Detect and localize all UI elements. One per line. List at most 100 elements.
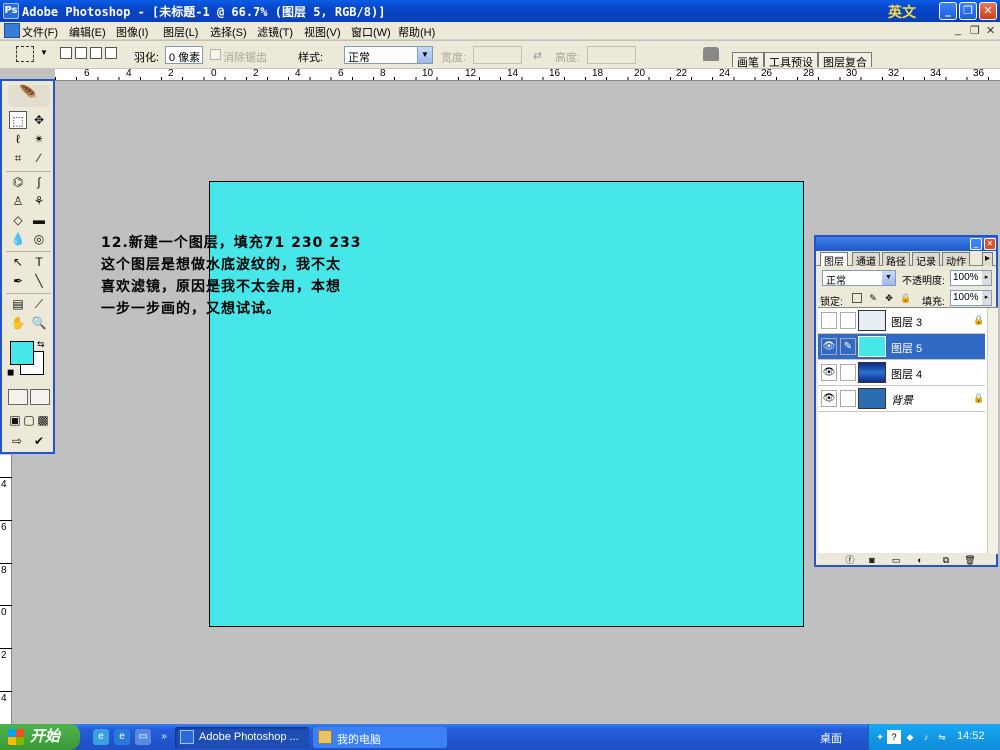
zoom-tool-icon[interactable]: 🔍 (30, 314, 48, 332)
jump-to-imageready-icon[interactable]: ⇨ (8, 432, 26, 450)
eye-icon[interactable]: 👁 (821, 390, 837, 407)
path-select-icon[interactable]: ↖ (9, 253, 27, 271)
chevron-down-icon[interactable]: ▼ (417, 47, 432, 63)
quicklaunch-overflow-icon[interactable]: » (156, 729, 172, 745)
chevron-right-icon[interactable]: ▸ (982, 271, 991, 285)
eye-icon[interactable]: 👁 (821, 364, 837, 381)
help-icon[interactable]: ? (887, 730, 901, 744)
marquee-tool-preset-icon[interactable] (16, 46, 34, 62)
tab-brushes[interactable]: 画笔 (732, 52, 764, 69)
menu-view[interactable]: 视图(V) (304, 24, 341, 40)
brush-icon[interactable]: ✎ (840, 338, 856, 355)
trash-icon[interactable]: 🗑 (964, 555, 976, 566)
panel-close-button[interactable]: ✕ (984, 238, 996, 250)
edit-in-imageready-icon[interactable]: ✔ (30, 432, 48, 450)
chevron-down-icon[interactable]: ▼ (40, 48, 48, 57)
history-brush-icon[interactable]: ⚘ (30, 192, 48, 210)
network-icon[interactable]: ⇋ (935, 730, 949, 744)
title-bar[interactable]: Ps Adobe Photoshop - [未标题-1 @ 66.7% (图层 … (0, 0, 1000, 22)
menu-help[interactable]: 帮助(H) (398, 24, 435, 40)
height-input[interactable] (587, 46, 636, 64)
width-input[interactable] (473, 46, 522, 64)
quick-mask-icon[interactable] (30, 389, 50, 405)
panel-title-bar[interactable]: _ ✕ (816, 237, 996, 251)
doc-minimize-button[interactable]: _ (955, 24, 961, 36)
chevron-right-icon[interactable]: ▸ (982, 291, 991, 305)
tab-channels[interactable]: 通道 (852, 252, 880, 268)
panel-menu-arrow-icon[interactable]: ▸ (982, 252, 994, 266)
menu-file[interactable]: 文件(F) (22, 24, 58, 40)
dodge-tool-icon[interactable]: ◎ (30, 230, 48, 248)
layer-row[interactable]: 图层 3 🔒 (818, 308, 985, 334)
volume-icon[interactable]: ♪ (919, 730, 933, 744)
link-toggle[interactable] (840, 390, 856, 407)
layer-mask-icon[interactable]: ◙ (866, 555, 878, 566)
foreground-color-swatch[interactable] (10, 341, 34, 365)
visibility-toggle[interactable] (821, 312, 837, 329)
photoshop-app-icon[interactable]: Ps (3, 3, 19, 19)
close-button[interactable]: ✕ (979, 2, 997, 20)
feather-input[interactable]: 0 像素 (165, 46, 203, 64)
tab-actions[interactable]: 动作 (942, 252, 970, 268)
menu-layer[interactable]: 图层(L) (163, 24, 198, 40)
eyedropper-icon[interactable]: ⟋ (30, 295, 48, 313)
new-selection-icon[interactable] (60, 47, 72, 59)
lock-all-icon[interactable]: 🔒 (900, 293, 911, 303)
intersect-selection-icon[interactable] (105, 47, 117, 59)
tab-tool-presets[interactable]: 工具预设 (764, 52, 818, 69)
notes-tool-icon[interactable]: ▤ (9, 295, 27, 313)
ime-indicator[interactable]: 英文 (888, 2, 916, 22)
marquee-tool-icon[interactable]: ⬚ (9, 111, 27, 129)
start-button[interactable]: 开始 (0, 724, 80, 750)
magic-wand-icon[interactable]: ✴ (30, 130, 48, 148)
tab-layer-comps[interactable]: 图层复合 (818, 52, 872, 69)
task-photoshop[interactable]: Adobe Photoshop ... (175, 727, 309, 748)
crop-tool-icon[interactable]: ⌗ (9, 149, 27, 167)
tab-history[interactable]: 记录 (912, 252, 940, 268)
layer-row[interactable]: 👁 ✎ 图层 5 (818, 334, 985, 360)
layer-row[interactable]: 👁 背景 🔒 (818, 386, 985, 412)
layer-set-icon[interactable]: ▭ (890, 555, 902, 566)
tray-app-icon[interactable]: ✦ (873, 730, 887, 744)
hand-tool-icon[interactable]: ✋ (9, 314, 27, 332)
adjustment-layer-icon[interactable]: ◐ (914, 555, 926, 566)
default-colors-icon[interactable]: ◼ (7, 367, 14, 378)
restore-button[interactable]: ❐ (959, 2, 977, 20)
eye-icon[interactable]: 👁 (821, 338, 837, 355)
lasso-tool-icon[interactable]: ℓ (9, 130, 27, 148)
lock-transparency-icon[interactable] (852, 293, 862, 303)
document-icon[interactable] (4, 23, 20, 38)
ruler-left[interactable]: 4 6 8 0 2 4 (0, 455, 12, 725)
desktop-toolbar-label[interactable]: 桌面 (820, 730, 842, 746)
minimize-button[interactable]: _ (939, 2, 957, 20)
new-layer-icon[interactable]: ⧉ (940, 555, 952, 566)
doc-close-button[interactable]: ✕ (986, 24, 995, 37)
tray-app-icon[interactable]: ◆ (903, 730, 917, 744)
antialias-checkbox[interactable] (210, 49, 221, 60)
file-browser-icon[interactable] (703, 47, 719, 61)
swap-icon[interactable]: ⇄ (533, 49, 542, 62)
lock-brush-icon[interactable]: ✎ (868, 293, 878, 303)
standard-mode-icon[interactable] (8, 389, 28, 405)
ruler-top[interactable]: 6 4 2 0 2 4 6 8 10 12 14 16 18 20 22 24 … (55, 68, 1000, 81)
style-select[interactable]: 正常 ▼ (344, 46, 433, 64)
layer-style-icon[interactable]: ⓕ (844, 555, 856, 566)
slice-tool-icon[interactable]: ∕ (30, 149, 48, 167)
lock-move-icon[interactable]: ✥ (884, 293, 894, 303)
link-toggle[interactable] (840, 312, 856, 329)
link-toggle[interactable] (840, 364, 856, 381)
menu-image[interactable]: 图像(I) (116, 24, 148, 40)
subtract-selection-icon[interactable] (90, 47, 102, 59)
task-my-computer[interactable]: 我的电脑 (313, 727, 447, 748)
menu-select[interactable]: 选择(S) (210, 24, 247, 40)
blur-tool-icon[interactable]: 💧 (9, 230, 27, 248)
gradient-tool-icon[interactable]: ▬ (30, 211, 48, 229)
ie-icon[interactable]: e (114, 729, 130, 745)
fill-input[interactable]: 100% ▸ (950, 290, 992, 306)
menu-window[interactable]: 窗口(W) (351, 24, 391, 40)
chevron-down-icon[interactable]: ▼ (882, 271, 895, 285)
browser-icon[interactable]: e (93, 729, 109, 745)
opacity-input[interactable]: 100% ▸ (950, 270, 992, 286)
pen-tool-icon[interactable]: ✒ (9, 272, 27, 290)
blend-mode-select[interactable]: 正常 ▼ (822, 270, 896, 287)
